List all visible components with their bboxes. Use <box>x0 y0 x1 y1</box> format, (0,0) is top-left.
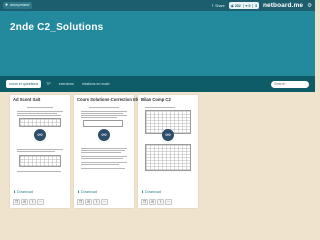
link-icon[interactable]: ⚯ <box>34 129 46 141</box>
download-link[interactable]: ⬇ Download <box>141 190 161 194</box>
tab-exercices[interactable]: exercices <box>56 80 77 88</box>
download-icon: ⬇ <box>13 190 17 194</box>
card-actions: ❐ ✉ ⇪ ⋯ <box>13 199 44 205</box>
top-bar: ● anonymized ⇪ Share ◉ 202 ♥ 0 3 netboar… <box>0 0 315 11</box>
document-preview[interactable]: ⚯ <box>141 104 195 178</box>
download-link[interactable]: ⬇ Download <box>77 190 97 194</box>
eye-icon: ◉ <box>230 3 234 8</box>
doc-text-line <box>17 115 61 116</box>
doc-text-line <box>81 168 125 169</box>
share-icon[interactable]: ⇪ <box>157 199 164 205</box>
file-card[interactable]: Bilan Comp C2 ⚯ ⬇ Download ❐ ✉ ⇪ ⋯ <box>138 95 198 208</box>
download-label: Download <box>17 190 33 194</box>
copy-icon[interactable]: ❐ <box>141 199 148 205</box>
doc-text-line <box>17 171 61 172</box>
more-icon[interactable]: ⋯ <box>165 199 172 205</box>
doc-text-line <box>81 162 127 163</box>
share-button[interactable]: ⇪ Share <box>211 4 225 8</box>
share-icon[interactable]: ⇪ <box>93 199 100 205</box>
doc-table <box>145 144 191 171</box>
link-icon[interactable]: ⚯ <box>98 129 110 141</box>
doc-text-line <box>17 149 63 150</box>
gear-icon[interactable]: ⚙ <box>307 3 312 9</box>
card-title: Bilan Comp C2 <box>141 97 171 102</box>
doc-table <box>19 118 61 127</box>
card-actions: ❐ ✉ ⇪ ⋯ <box>141 199 172 205</box>
copy-icon[interactable]: ❐ <box>13 199 20 205</box>
doc-text-line <box>81 150 125 151</box>
search-box[interactable] <box>271 80 309 88</box>
top-bar-right: ⇪ Share ◉ 202 ♥ 0 3 netboard.me ⚙ <box>211 2 312 9</box>
chat-icon[interactable]: ✉ <box>85 199 92 205</box>
doc-text-line <box>81 115 127 116</box>
doc-text-line <box>27 107 53 108</box>
tab-relations[interactable]: relations en ecart <box>79 80 113 88</box>
views-count: 202 <box>234 3 241 8</box>
share-label: Share <box>215 3 225 8</box>
download-icon: ⬇ <box>77 190 81 194</box>
more-count: 3 <box>254 3 257 8</box>
user-label: anonymized <box>10 2 30 7</box>
copy-icon[interactable]: ❐ <box>77 199 84 205</box>
board-header: 2nde C2_Solutions <box>0 11 315 76</box>
doc-text-line <box>17 113 57 114</box>
link-icon[interactable]: ⚯ <box>162 129 174 141</box>
likes-count: 0 <box>248 3 251 8</box>
share-icon[interactable]: ⇪ <box>29 199 36 205</box>
stats-counter[interactable]: ◉ 202 ♥ 0 3 <box>228 2 259 9</box>
doc-text-line <box>145 107 175 108</box>
download-label: Download <box>145 190 161 194</box>
tab-tp[interactable]: TP <box>43 80 54 88</box>
heart-icon: ♥ <box>245 3 248 8</box>
doc-text-line <box>81 148 127 149</box>
tab-cours-et-questions[interactable]: cours et questions <box>6 80 42 88</box>
doc-text-line <box>89 107 119 108</box>
download-label: Download <box>81 190 97 194</box>
doc-figure <box>83 120 123 127</box>
user-icon: ● <box>5 2 9 8</box>
doc-text-line <box>81 164 119 165</box>
board-nav: cours et questions TP exercices relation… <box>0 76 315 92</box>
more-icon[interactable]: ⋯ <box>101 199 108 205</box>
search-input[interactable] <box>274 82 306 86</box>
card-title: Cours Solutions-Correction Elèves <box>77 97 147 102</box>
brand-logo[interactable]: netboard.me <box>263 2 303 9</box>
doc-table <box>19 155 61 167</box>
doc-text-line <box>17 111 63 112</box>
card-title: Ad Scont Salt <box>13 97 41 102</box>
file-card[interactable]: Ad Scont Salt ⚯ ⬇ Download ❐ ✉ ⇪ ⋯ <box>10 95 70 208</box>
doc-text-line <box>81 117 117 118</box>
chat-icon[interactable]: ✉ <box>149 199 156 205</box>
chat-icon[interactable]: ✉ <box>21 199 28 205</box>
doc-text-line <box>81 152 121 153</box>
board-title: 2nde C2_Solutions <box>10 22 104 33</box>
download-icon: ⬇ <box>141 190 145 194</box>
doc-text-line <box>17 151 55 152</box>
document-preview[interactable]: ⚯ <box>77 104 131 178</box>
doc-text-line <box>81 158 123 159</box>
document-preview[interactable]: ⚯ <box>13 104 67 178</box>
more-icon[interactable]: ⋯ <box>37 199 44 205</box>
download-link[interactable]: ⬇ Download <box>13 190 33 194</box>
doc-text-line <box>81 111 127 112</box>
user-menu[interactable]: ● anonymized <box>3 2 33 9</box>
counter-divider <box>242 3 244 8</box>
counter-divider <box>252 3 253 8</box>
file-card[interactable]: Cours Solutions-Correction Elèves ⚯ ⬇ Do… <box>74 95 146 208</box>
doc-text-line <box>81 113 123 114</box>
card-actions: ❐ ✉ ⇪ ⋯ <box>77 199 108 205</box>
share-icon: ⇪ <box>211 3 215 8</box>
doc-text-line <box>81 156 127 157</box>
